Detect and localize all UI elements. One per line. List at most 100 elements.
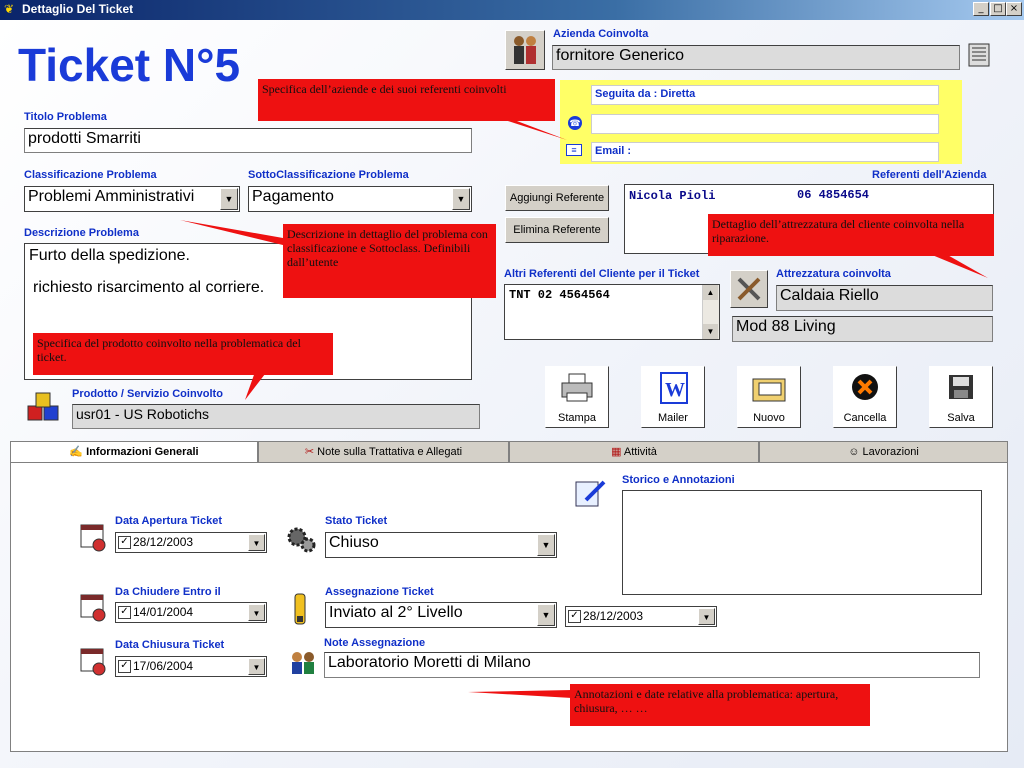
email-field[interactable]: Email : — [591, 142, 939, 162]
scroll-down-icon[interactable]: ▼ — [703, 324, 718, 339]
remove-referente-button[interactable]: Elimina Referente — [505, 217, 609, 243]
window-title: Dettaglio Del Ticket — [22, 2, 134, 16]
data-apertura-picker[interactable]: ✓ 28/12/2003 ▼ — [115, 532, 267, 553]
referente-name: Nicola Pioli — [629, 189, 716, 203]
callout-attrezzatura: Dettaglio dell’attrezzatura del cliente … — [708, 214, 994, 256]
attrezzatura-field-1[interactable]: Caldaia Riello — [776, 285, 993, 311]
stampa-button[interactable]: Stampa — [545, 366, 609, 428]
cancella-button[interactable]: Cancella — [833, 366, 897, 428]
chevron-down-icon[interactable]: ▼ — [220, 188, 238, 210]
battery-icon — [288, 592, 314, 628]
da-chiudere-checkbox[interactable]: ✓ — [118, 606, 131, 620]
classificazione-value: Problemi Amministrativi — [28, 188, 195, 205]
attrezzatura-field-2[interactable]: Mod 88 Living — [732, 316, 993, 342]
nuovo-label: Nuovo — [753, 412, 785, 424]
app-icon: ❦ — [4, 2, 15, 16]
altri-referenti-textarea[interactable]: TNT 02 4564564 ▲ ▼ — [504, 284, 720, 340]
da-chiudere-picker[interactable]: ✓ 14/01/2004 ▼ — [115, 602, 267, 623]
mailer-label: Mailer — [658, 412, 688, 424]
prodotto-label: Prodotto / Servizio Coinvolto — [72, 388, 223, 400]
printer-icon — [561, 373, 593, 402]
save-disk-icon — [949, 375, 973, 399]
sottoclassificazione-select[interactable]: Pagamento ▼ — [248, 186, 472, 212]
azienda-label: Azienda Coinvolta — [553, 28, 649, 40]
storico-label: Storico e Annotazioni — [622, 474, 735, 486]
tab-note-trattativa[interactable]: ✂ Note sulla Trattativa e Allegati — [258, 441, 509, 463]
classificazione-label: Classificazione Problema — [24, 169, 157, 181]
scroll-up-icon[interactable]: ▲ — [703, 285, 718, 300]
people-icon — [287, 648, 319, 680]
callout-prodotto: Specifica del prodotto coinvolto nella p… — [33, 333, 333, 375]
email-label: Email : — [595, 145, 632, 157]
window-titlebar[interactable]: ❦ Dettaglio Del Ticket _ □ × — [0, 0, 1024, 20]
notes-pencil-icon[interactable] — [572, 476, 608, 510]
tab-lavorazioni[interactable]: ☺ Lavorazioni — [759, 441, 1008, 463]
calendar-clock-icon — [79, 591, 107, 622]
titolo-label: Titolo Problema — [24, 111, 107, 123]
tab-attivita[interactable]: ▦ Attività — [509, 441, 759, 463]
data-chiusura-picker[interactable]: ✓ 17/06/2004 ▼ — [115, 656, 267, 677]
chevron-down-icon[interactable]: ▼ — [537, 534, 555, 556]
product-cubes-icon[interactable] — [24, 390, 64, 426]
word-icon: W — [660, 372, 688, 404]
svg-text:W: W — [665, 379, 685, 401]
page-title: Ticket N°5 — [18, 39, 241, 91]
prodotto-field[interactable]: usr01 - US Robotichs — [72, 404, 480, 429]
titolo-field[interactable]: prodotti Smarriti — [24, 128, 472, 153]
tab-informazioni-generali[interactable]: ✍ Informazioni Generali — [10, 441, 258, 463]
azienda-field[interactable]: fornitore Generico — [552, 45, 960, 70]
worker-icon: ☺ — [848, 446, 863, 458]
delete-icon — [852, 374, 878, 400]
seguita-label: Seguita da : Diretta — [595, 88, 696, 100]
chevron-down-icon[interactable]: ▼ — [248, 604, 265, 621]
da-chiudere-value: 14/01/2004 — [133, 605, 194, 619]
nuovo-button[interactable]: Nuovo — [737, 366, 801, 428]
callout-descrizione: Descrizione in dettaglio del problema co… — [283, 224, 496, 298]
note-assegnazione-label: Note Assegnazione — [324, 637, 426, 649]
storico-textarea[interactable] — [622, 490, 982, 595]
add-referente-button[interactable]: Aggiungi Referente — [505, 185, 609, 211]
assegnazione-date-checkbox[interactable]: ✓ — [568, 610, 581, 624]
maximize-button[interactable]: □ — [990, 2, 1006, 16]
azienda-icon[interactable] — [505, 30, 545, 70]
list-item[interactable]: Nicola Pioli 06 4854654 — [629, 188, 989, 203]
seguita-field[interactable]: Seguita da : Diretta — [591, 85, 939, 105]
assegnazione-select[interactable]: Inviato al 2° Livello ▼ — [325, 602, 557, 628]
attrezzatura-label: Attrezzatura coinvolta — [776, 268, 891, 280]
data-chiusura-label: Data Chiusura Ticket — [115, 639, 225, 651]
tab-label: Note sulla Trattativa e Allegati — [317, 446, 463, 458]
chevron-down-icon[interactable]: ▼ — [248, 658, 265, 675]
chevron-down-icon[interactable]: ▼ — [248, 534, 265, 551]
tab-label: Informazioni Generali — [86, 446, 199, 458]
data-apertura-checkbox[interactable]: ✓ — [118, 536, 131, 550]
sottoclassificazione-value: Pagamento — [252, 188, 334, 205]
tools-icon[interactable] — [730, 270, 768, 308]
gears-icon — [285, 523, 317, 555]
note-assegnazione-field[interactable]: Laboratorio Moretti di Milano — [324, 652, 980, 678]
assegnazione-label: Assegnazione Ticket — [325, 586, 434, 598]
data-apertura-value: 28/12/2003 — [133, 535, 194, 549]
chevron-down-icon[interactable]: ▼ — [698, 608, 715, 625]
stato-select[interactable]: Chiuso ▼ — [325, 532, 557, 558]
tab-label: Attività — [623, 446, 657, 458]
data-chiusura-value: 17/06/2004 — [133, 659, 194, 673]
phone-field[interactable] — [591, 114, 939, 134]
chevron-down-icon[interactable]: ▼ — [537, 604, 555, 626]
assegnazione-date-picker[interactable]: ✓ 28/12/2003 ▼ — [565, 606, 717, 627]
data-apertura-label: Data Apertura Ticket — [115, 515, 222, 527]
minimize-button[interactable]: _ — [973, 2, 989, 16]
users-icon: ✍ — [69, 446, 87, 458]
altri-referenti-label: Altri Referenti del Cliente per il Ticke… — [504, 268, 700, 280]
chevron-down-icon[interactable]: ▼ — [452, 188, 470, 210]
classificazione-select[interactable]: Problemi Amministrativi ▼ — [24, 186, 240, 212]
mailer-button[interactable]: W Mailer — [641, 366, 705, 428]
close-button[interactable]: × — [1006, 2, 1022, 16]
salva-button[interactable]: Salva — [929, 366, 993, 428]
rolodex-icon[interactable] — [966, 40, 994, 70]
sottoclassificazione-label: SottoClassificazione Problema — [248, 169, 409, 181]
data-chiusura-checkbox[interactable]: ✓ — [118, 660, 131, 674]
scrollbar[interactable]: ▲ ▼ — [702, 285, 719, 339]
referenti-label: Referenti dell'Azienda — [872, 169, 987, 181]
callout-annotazioni: Annotazioni e date relative alla problem… — [570, 684, 870, 726]
assegnazione-value: Inviato al 2° Livello — [329, 604, 463, 621]
